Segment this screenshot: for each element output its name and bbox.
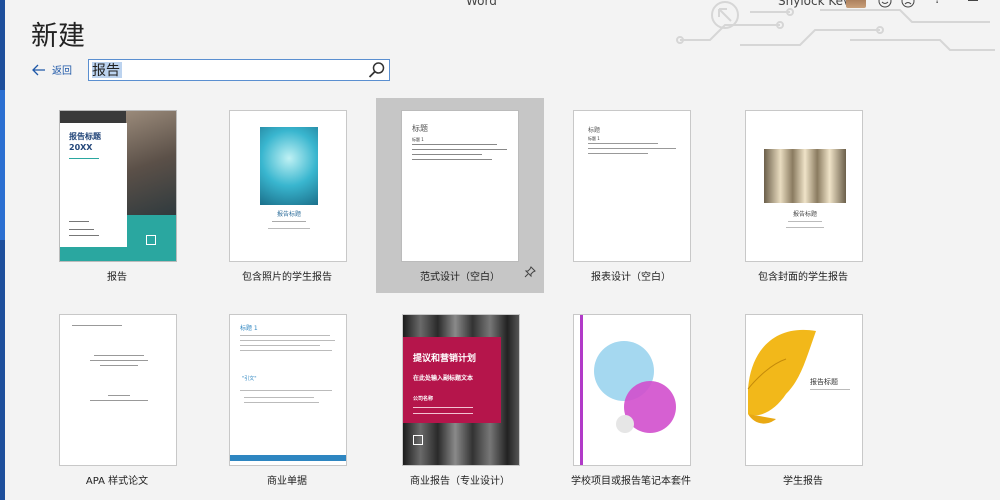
thumb-company: 公司名称	[413, 396, 434, 402]
back-button[interactable]: 返回	[32, 62, 72, 77]
template-label: 学生报告	[783, 476, 823, 487]
template-label: 报表设计（空白）	[591, 272, 671, 283]
template-thumbnail: 报告标题 20XX	[59, 110, 177, 262]
thumb-title: 标题	[588, 127, 601, 134]
template-label: 商业单据	[267, 476, 307, 487]
template-tile-apa-paper[interactable]: APA 样式论文	[37, 302, 197, 497]
pin-icon[interactable]	[524, 266, 536, 278]
template-label: 包含封面的学生报告	[758, 272, 848, 283]
back-arrow-icon	[32, 64, 45, 75]
template-tile-normal-blank[interactable]: 标题 标题 1 范式设计（空白）	[376, 98, 544, 293]
search-icon[interactable]	[367, 61, 387, 79]
thumb-heading: 标题 1	[588, 136, 600, 141]
thumb-title: 标题 1	[240, 325, 258, 332]
template-label: APA 样式论文	[85, 476, 149, 487]
template-tile-report-blank[interactable]: 标题 标题 1 报表设计（空白）	[551, 98, 711, 293]
left-edge-highlight	[0, 90, 5, 240]
template-thumbnail	[573, 314, 691, 466]
template-label: 范式设计（空白）	[420, 272, 500, 283]
template-thumbnail: 标题 1 "引文"	[229, 314, 347, 466]
thumb-title: 报告标题	[69, 132, 101, 141]
template-thumbnail: 标题 标题 1	[573, 110, 691, 262]
thumb-title: 提议和营销计划	[413, 354, 477, 364]
search-box[interactable]	[88, 59, 390, 81]
circuit-decoration	[676, 1, 995, 51]
template-thumbnail	[59, 314, 177, 466]
thumb-title: 标题	[412, 124, 428, 133]
thumb-title: 报告标题	[792, 211, 817, 218]
page-title: 新建	[31, 21, 85, 52]
template-label: 商业报告（专业设计）	[410, 476, 510, 487]
thumb-subtitle: 在此处输入副标题文本	[413, 375, 474, 382]
thumb-title: 报告标题	[276, 211, 301, 218]
template-label: 学校项目或报告笔记本套件	[571, 476, 691, 487]
template-thumbnail: 报告标题	[745, 314, 863, 466]
template-tile-school-project-notebook[interactable]: 学校项目或报告笔记本套件	[551, 302, 711, 497]
thumb-heading: 标题 1	[412, 137, 424, 142]
template-thumbnail: 报告标题	[229, 110, 347, 262]
template-tile-report[interactable]: 报告标题 20XX 报告	[37, 98, 197, 293]
template-tile-student-report-cover[interactable]: 报告标题 包含封面的学生报告	[723, 98, 883, 293]
template-tile-business-doc[interactable]: 标题 1 "引文" 商业单据	[207, 302, 367, 497]
template-thumbnail: 提议和营销计划 在此处输入副标题文本 公司名称	[402, 314, 520, 466]
template-label: 包含照片的学生报告	[242, 272, 332, 283]
template-tile-business-report-pro[interactable]: 提议和营销计划 在此处输入副标题文本 公司名称 商业报告（专业设计）	[380, 302, 540, 497]
template-thumbnail: 标题 标题 1	[401, 110, 519, 262]
app-name: Word	[466, 0, 497, 8]
thumb-quote: "引文"	[242, 376, 257, 382]
thumb-year: 20XX	[69, 143, 93, 152]
thumb-title: 报告标题	[810, 378, 838, 386]
left-edge-bar	[0, 0, 5, 500]
template-thumbnail: 报告标题	[745, 110, 863, 262]
search-input[interactable]	[89, 60, 362, 80]
template-label: 报告	[107, 272, 127, 283]
template-tile-student-report-photo[interactable]: 报告标题 包含照片的学生报告	[207, 98, 367, 293]
template-tile-student-report[interactable]: 报告标题 学生报告	[723, 302, 883, 497]
butterfly-image	[747, 329, 816, 424]
back-label: 返回	[52, 66, 72, 77]
